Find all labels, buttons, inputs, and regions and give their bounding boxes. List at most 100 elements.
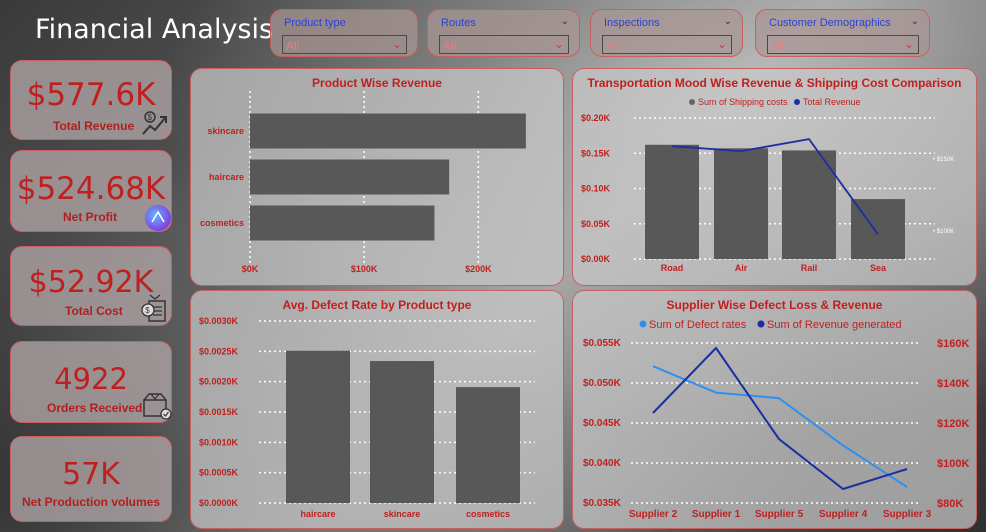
y2-tick-label: • $150K (933, 157, 954, 163)
kpi-net-production: 57K Net Production volumes (10, 436, 172, 522)
x-tick-label: Supplier 5 (755, 509, 804, 520)
legend-marker (689, 99, 695, 105)
chevron-down-icon[interactable]: ⌄ (392, 37, 402, 51)
legend-marker (794, 99, 800, 105)
y2-tick-label: $100K (937, 458, 969, 470)
chevron-down-icon[interactable]: ⌄ (554, 37, 564, 51)
filter-value: All (606, 39, 620, 53)
legend-label: Sum of Shipping costs (698, 97, 788, 107)
y-tick-label: haircare (209, 172, 244, 182)
x-tick-label: $0K (242, 264, 259, 274)
bar (286, 350, 350, 503)
chart-product-revenue: $0K $100K $200K skincare haircare cosmetics (200, 91, 526, 274)
chevron-down-icon[interactable]: ⌄ (911, 16, 919, 27)
y2-tick-label: $80K (937, 498, 963, 510)
panel-transport-revenue: Transportation Mood Wise Revenue & Shipp… (572, 68, 977, 286)
profit-badge-icon (145, 205, 171, 231)
y-tick-label: $0.040K (583, 458, 622, 469)
chart-transport-revenue: Sum of Shipping costs Total Revenue $0.00K… (581, 97, 954, 273)
y2-tick-label: $140K (937, 378, 969, 390)
x-tick-label: $200K (465, 264, 492, 274)
y2-tick-label: • $100K (933, 229, 954, 235)
y-tick-label: $0.15K (581, 148, 611, 158)
filter-value: All (286, 39, 300, 53)
legend-label: Sum of Revenue generated (767, 319, 902, 331)
y-tick-label: $0.045K (583, 418, 622, 429)
chevron-down-icon[interactable]: ⌄ (724, 16, 732, 27)
x-tick-label: Supplier 4 (819, 509, 868, 520)
x-tick-label: Rail (801, 263, 818, 273)
svg-text:$: $ (148, 113, 153, 122)
kpi-value: $524.68K (16, 171, 166, 207)
x-tick-label: skincare (384, 509, 421, 519)
svg-text:$: $ (145, 306, 150, 315)
panel-product-revenue: Product Wise Revenue $0K $100K $200K skinca… (190, 68, 564, 286)
y-tick-label: $0.0015K (199, 407, 239, 417)
filter-routes[interactable]: Routes ⌄ All ⌄ (427, 9, 580, 57)
y-tick-label: $0.20K (581, 113, 611, 123)
x-tick-label: Supplier 2 (629, 509, 678, 520)
chart-defect-rate: $0.0000K $0.0005K $0.0010K $0.0015K $0.0020K… (199, 316, 535, 519)
bar (645, 144, 699, 259)
y-tick-label: $0.0010K (199, 437, 239, 447)
y-tick-label: $0.0020K (199, 377, 239, 387)
filter-product-type[interactable]: Product type All ⌄ (270, 9, 418, 57)
filter-dropdown[interactable]: All ⌄ (767, 35, 919, 54)
filter-label: Customer Demographics (769, 17, 891, 29)
filter-dropdown[interactable]: All ⌄ (282, 35, 407, 54)
kpi-total-cost: $52.92K Total Cost $ (10, 246, 172, 326)
y-tick-label: $0.05K (581, 219, 611, 229)
kpi-value: 57K (62, 457, 120, 492)
legend-marker (757, 320, 765, 328)
y-tick-label: cosmetics (200, 218, 244, 228)
chevron-down-icon[interactable]: ⌄ (904, 37, 914, 51)
y-tick-label: $0.0025K (199, 346, 239, 356)
kpi-orders-received: 4922 Orders Received (10, 341, 172, 423)
filter-label: Inspections (604, 17, 660, 29)
filter-inspections[interactable]: Inspections ⌄ All ⌄ (590, 9, 743, 57)
kpi-label: Orders Received (47, 401, 143, 415)
kpi-value: $577.6K (26, 77, 156, 113)
legend-marker (639, 320, 647, 328)
filter-customer-demographics[interactable]: Customer Demographics ⌄ All ⌄ (755, 9, 930, 57)
y2-tick-label: $120K (937, 418, 969, 430)
cost-bill-icon: $ (141, 294, 166, 322)
filter-value: All (771, 39, 785, 53)
x-tick-label: Sea (870, 263, 887, 273)
y-tick-label: $0.0000K (199, 498, 239, 508)
chart-supplier-defect: Sum of Defect rates Sum of Revenue genera… (583, 319, 969, 520)
legend-label: Total Revenue (803, 97, 861, 107)
kpi-total-revenue: $577.6K Total Revenue $ (10, 60, 172, 140)
filter-label: Product type (284, 17, 346, 29)
panel-supplier-defect: Supplier Wise Defect Loss & Revenue Sum … (572, 290, 977, 529)
bar (714, 148, 768, 259)
filter-dropdown[interactable]: All ⌄ (602, 35, 732, 54)
filter-dropdown[interactable]: All ⌄ (439, 35, 569, 54)
kpi-net-profit: $524.68K Net Profit (10, 150, 172, 232)
bar (370, 361, 434, 503)
kpi-label: Net Profit (63, 210, 117, 224)
x-tick-label: Supplier 3 (883, 509, 932, 520)
bar (456, 387, 520, 503)
chevron-down-icon[interactable]: ⌄ (561, 16, 569, 27)
order-box-icon (143, 393, 172, 420)
x-tick-label: Road (661, 263, 684, 273)
kpi-label: Net Production volumes (21, 495, 161, 509)
y-tick-label: $0.00K (581, 254, 611, 264)
x-tick-label: cosmetics (466, 509, 510, 519)
series-line-revenue (652, 346, 908, 491)
filter-value: All (443, 39, 457, 53)
kpi-label: Total Revenue (53, 119, 135, 133)
chevron-down-icon[interactable]: ⌄ (717, 37, 727, 51)
series-line-defect-rates (652, 365, 908, 488)
filter-label: Routes (441, 17, 476, 29)
page-title: Financial Analysis (35, 14, 274, 45)
y-tick-label: skincare (207, 126, 244, 136)
kpi-label: Total Cost (65, 304, 123, 318)
y-tick-label: $0.055K (583, 338, 622, 349)
panel-defect-rate: Avg. Defect Rate by Product type $0.0000… (190, 290, 564, 529)
legend-label: Sum of Defect rates (649, 319, 747, 331)
x-tick-label: haircare (300, 509, 335, 519)
y2-tick-label: $160K (937, 338, 969, 350)
y-tick-label: $0.0030K (199, 316, 239, 326)
